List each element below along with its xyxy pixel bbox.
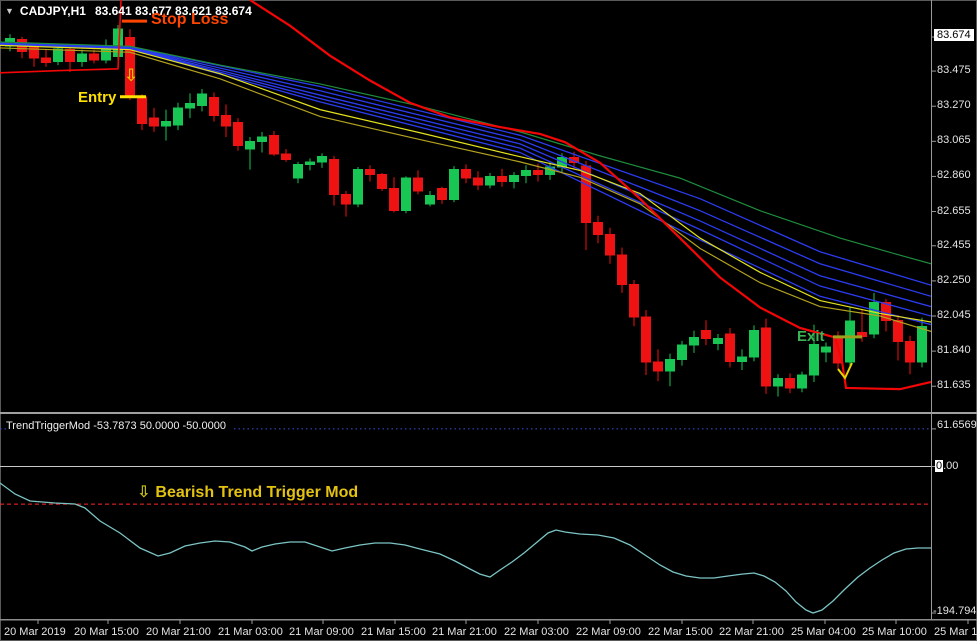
down-arrow-icon: ⇩ [137, 484, 150, 501]
entry-arrow-icon[interactable]: ⇩ [124, 66, 138, 86]
entry-label[interactable]: Entry [78, 89, 116, 106]
time-axis-label: 22 Mar 03:00 [504, 626, 569, 638]
symbol-dropdown-icon[interactable]: ▼ [5, 6, 14, 16]
exit-check-icon [838, 363, 852, 378]
time-axis-label: 21 Mar 09:00 [289, 626, 354, 638]
time-axis-label: 25 Mar 04:00 [791, 626, 856, 638]
indicator-title: TrendTriggerMod -53.7873 50.0000 -50.000… [6, 420, 231, 432]
pane-divider[interactable] [0, 412, 977, 414]
time-axis-label: 25 Mar 16:00 [934, 626, 977, 638]
price-axis-label: 83.065 [937, 134, 971, 146]
time-axis-label: 20 Mar 15:00 [74, 626, 139, 638]
time-axis-label: 21 Mar 15:00 [361, 626, 426, 638]
indicator-pane [0, 429, 931, 613]
price-axis-label: 82.860 [937, 169, 971, 181]
time-axis-label: 22 Mar 21:00 [719, 626, 784, 638]
bearish-signal-label[interactable]: ⇩ Bearish Trend Trigger Mod [137, 482, 358, 502]
trend-stop-line [0, 0, 931, 389]
price-axis-label: 81.635 [937, 379, 971, 391]
mt4-chart-window: ▼CADJPY,H183.641 83.677 83.621 83.674 St… [0, 0, 977, 641]
chart-plot-area[interactable] [0, 0, 977, 641]
time-axis-divider [0, 619, 977, 621]
ma-ribbon [0, 42, 931, 331]
stop-loss-label[interactable]: Stop Loss [151, 11, 228, 29]
trend-trigger-line [0, 483, 931, 613]
candles-series [6, 25, 927, 397]
price-axis-label: 83.475 [937, 64, 971, 76]
time-axis-label: 20 Mar 2019 [4, 626, 66, 638]
symbol-label: CADJPY,H1 [20, 4, 86, 18]
indicator-scale-max: 61.6569 [937, 419, 977, 431]
time-axis-label: 21 Mar 21:00 [432, 626, 497, 638]
time-axis-label: 22 Mar 09:00 [576, 626, 641, 638]
main-price-pane [0, 0, 931, 396]
exit-label[interactable]: Exit [797, 328, 825, 345]
price-axis-label: 82.045 [937, 309, 971, 321]
bearish-signal-text: Bearish Trend Trigger Mod [155, 484, 358, 501]
time-axis-label: 25 Mar 10:00 [862, 626, 927, 638]
price-axis-label: 82.655 [937, 205, 971, 217]
price-axis-label: 82.455 [937, 239, 971, 251]
time-axis-label: 22 Mar 15:00 [648, 626, 713, 638]
indicator-current-value: 0.00 [935, 460, 958, 472]
time-axis-label: 20 Mar 21:00 [146, 626, 211, 638]
price-axis-label: 83.270 [937, 99, 971, 111]
price-axis-label: 82.250 [937, 274, 971, 286]
time-axis-label: 21 Mar 03:00 [218, 626, 283, 638]
indicator-scale-min: -194.7942 [933, 605, 977, 617]
price-axis-label: 81.840 [937, 344, 971, 356]
current-price-marker: 83.674 [934, 29, 974, 41]
